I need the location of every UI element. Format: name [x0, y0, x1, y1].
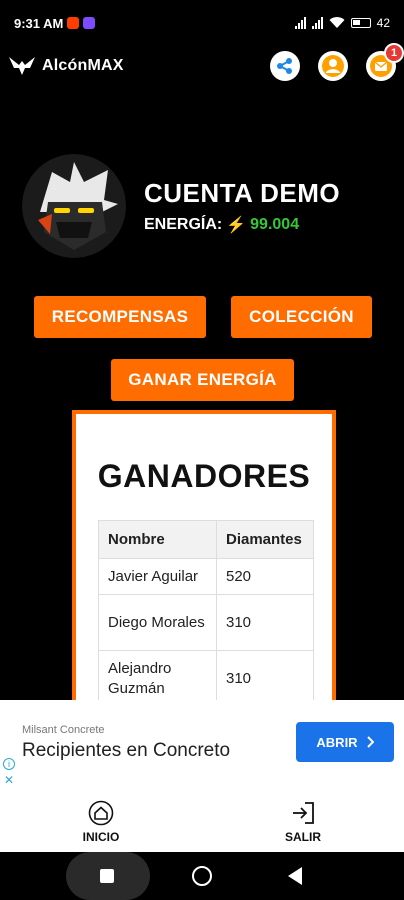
youtube-notification-icon [67, 17, 80, 29]
winner-diamonds: 520 [216, 558, 314, 595]
hooded-character-avatar [22, 154, 126, 258]
notification-badge: 1 [384, 43, 404, 63]
home-icon [88, 800, 114, 826]
bottom-navigation: INICIO SALIR [0, 792, 404, 852]
profile-section: CUENTA DEMO ENERGÍA: ⚡ 99.004 [22, 154, 340, 258]
energy-value: 99.004 [250, 215, 300, 233]
app-notification-icon [83, 17, 96, 29]
chevron-right-icon [366, 736, 374, 748]
ad-open-button[interactable]: ABRIR [296, 722, 394, 762]
battery-icon [350, 18, 371, 28]
column-header-name: Nombre [98, 520, 217, 559]
table-row: Javier Aguilar 520 [98, 558, 314, 595]
logout-icon [293, 802, 314, 824]
share-icon [277, 58, 292, 74]
avatar [22, 154, 126, 258]
nav-home-label: INICIO [82, 830, 120, 844]
earn-energy-button[interactable]: GANAR ENERGÍA [111, 359, 294, 401]
ad-advertiser: Milsant Concrete [22, 724, 105, 736]
winner-name: Javier Aguilar [98, 558, 217, 595]
system-navigation-bar [0, 852, 404, 900]
app-name: AlcónMAX [42, 57, 124, 74]
winner-diamonds: 310 [216, 650, 314, 700]
status-bar: 9:31 AM 42 [0, 0, 404, 46]
messages-button[interactable]: 1 [366, 43, 404, 81]
winners-table: Nombre Diamantes Javier Aguilar 520 Dieg… [98, 520, 314, 700]
recents-icon[interactable] [100, 869, 114, 883]
cell-signal-2-icon [311, 17, 323, 29]
winner-diamonds: 310 [216, 594, 314, 651]
share-button[interactable] [270, 51, 300, 81]
ad-close-icon[interactable]: ✕ [4, 773, 14, 787]
ad-headline[interactable]: Recipientes en Concreto [22, 740, 230, 762]
app-header: AlcónMAX 1 [0, 43, 404, 86]
profile-button[interactable] [318, 51, 348, 81]
winners-card: GANADORES Nombre Diamantes Javier Aguila… [72, 410, 336, 700]
wifi-icon [329, 17, 345, 28]
nav-exit-button[interactable]: SALIR [202, 792, 404, 852]
ad-banner[interactable]: Milsant Concrete Recipientes en Concreto… [0, 700, 404, 792]
status-time: 9:31 AM [14, 15, 64, 31]
winner-name: Alejandro Guzmán [98, 650, 217, 700]
table-header-row: Nombre Diamantes [98, 520, 314, 559]
cell-signal-icon [294, 17, 306, 29]
winners-title: GANADORES [97, 458, 311, 494]
lightning-icon: ⚡ [226, 216, 247, 234]
table-row: Alejandro Guzmán 310 [98, 650, 314, 700]
back-triangle-icon[interactable] [288, 867, 302, 885]
ad-info-icon[interactable]: i [3, 758, 15, 770]
winner-name: Diego Morales [98, 594, 217, 651]
energy-label: ENERGÍA: [144, 215, 223, 233]
user-icon [322, 55, 344, 77]
column-header-diamonds: Diamantes [216, 520, 314, 559]
home-circle-icon[interactable] [192, 866, 212, 886]
nav-exit-label: SALIR [285, 830, 321, 844]
battery-level: 42 [376, 16, 390, 30]
account-name: CUENTA DEMO [144, 177, 341, 208]
eagle-logo-icon [9, 57, 35, 75]
energy-row: ENERGÍA: ⚡ 99.004 [144, 215, 340, 235]
nav-home-button[interactable]: INICIO [0, 792, 202, 852]
app-logo: AlcónMAX [8, 55, 124, 77]
table-row: Diego Morales 310 [98, 594, 314, 651]
rewards-button[interactable]: RECOMPENSAS [34, 296, 206, 338]
ad-open-label: ABRIR [316, 734, 358, 750]
collection-button[interactable]: COLECCIÓN [231, 296, 372, 338]
